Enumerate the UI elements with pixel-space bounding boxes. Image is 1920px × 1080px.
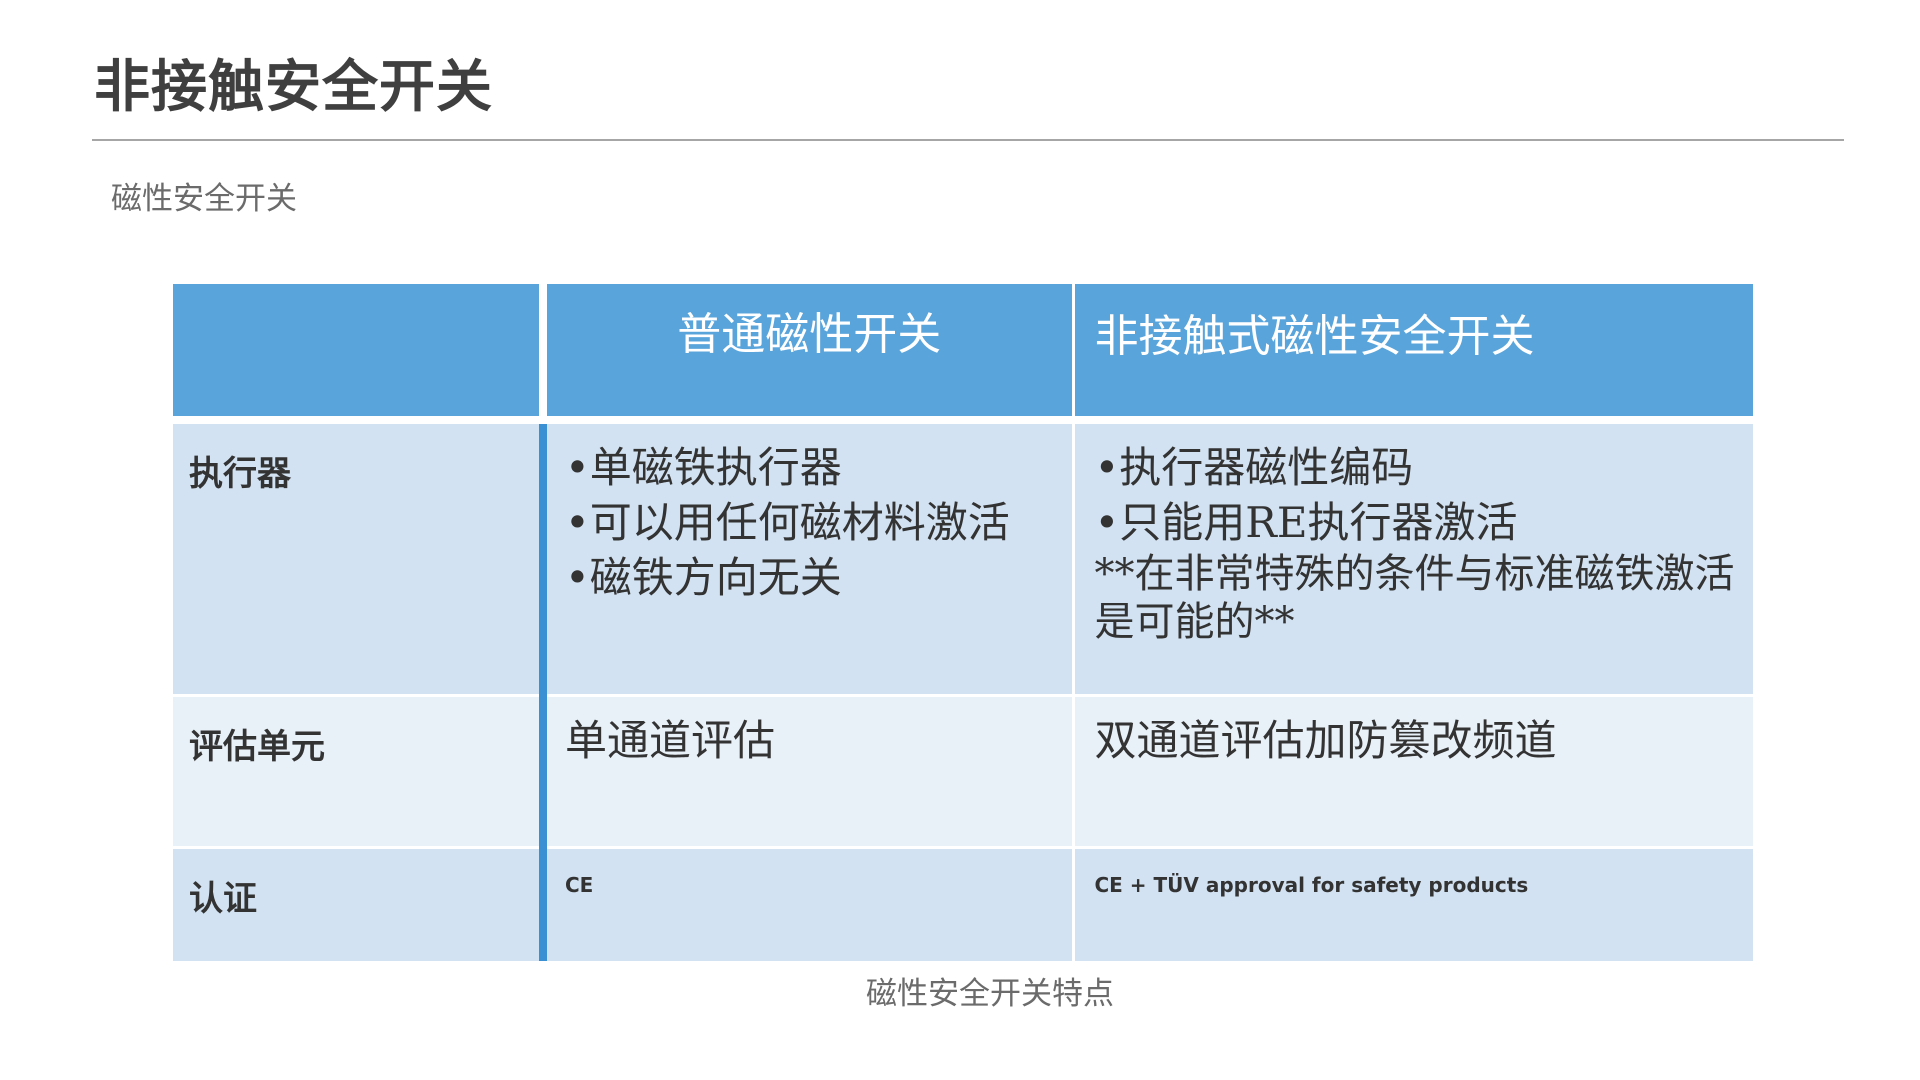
bullet-item: •磁铁方向无关 <box>565 553 842 602</box>
row-label-evaluation: 评估单元 <box>173 695 547 849</box>
header-cell-standard-switch: 普通磁性开关 <box>543 284 1075 424</box>
cell-actuator-safety: •执行器磁性编码 •只能用RE执行器激活 **在非常特殊的条件与标准磁铁激活是可… <box>1073 420 1753 697</box>
bullet-item: •执行器磁性编码 <box>1094 443 1414 492</box>
table-row-actuator: 执行器 •单磁铁执行器 •可以用任何磁材料激活 •磁铁方向无关 •执行器磁性编码… <box>173 420 1753 697</box>
page-title: 非接触安全开关 <box>94 55 493 120</box>
table-row-evaluation: 评估单元 单通道评估 双通道评估加防篡改频道 <box>173 695 1753 849</box>
actuator-note: **在非常特殊的条件与标准磁铁激活是可能的** <box>1094 551 1735 645</box>
cell-actuator-standard: •单磁铁执行器 •可以用任何磁材料激活 •磁铁方向无关 <box>543 420 1075 697</box>
table-row-certification: 认证 CE CE + TÜV approval for safety produ… <box>173 847 1753 961</box>
comparison-table-container: 普通磁性开关 非接触式磁性安全开关 执行器 •单磁铁执行器 •可以用任何磁材料激… <box>173 284 1753 961</box>
header-cell-safety-switch: 非接触式磁性安全开关 <box>1073 284 1753 424</box>
bullet-item: •可以用任何磁材料激活 <box>565 498 1010 547</box>
comparison-table: 普通磁性开关 非接触式磁性安全开关 执行器 •单磁铁执行器 •可以用任何磁材料激… <box>173 284 1753 961</box>
row-label-certification: 认证 <box>173 847 547 961</box>
bullet-item: •单磁铁执行器 <box>565 443 842 492</box>
cell-evaluation-standard: 单通道评估 <box>543 695 1075 849</box>
figure-caption: 磁性安全开关特点 <box>866 976 1114 1012</box>
bullet-item: •只能用RE执行器激活 <box>1094 498 1518 547</box>
cell-evaluation-safety: 双通道评估加防篡改频道 <box>1073 695 1753 849</box>
table-header-row: 普通磁性开关 非接触式磁性安全开关 <box>173 284 1753 424</box>
row-label-actuator: 执行器 <box>173 420 547 697</box>
cell-certification-safety: CE + TÜV approval for safety products <box>1073 847 1753 961</box>
page-subtitle: 磁性安全开关 <box>111 181 297 217</box>
cell-certification-standard: CE <box>543 847 1075 961</box>
title-divider <box>92 139 1844 141</box>
header-cell-empty <box>173 284 547 424</box>
